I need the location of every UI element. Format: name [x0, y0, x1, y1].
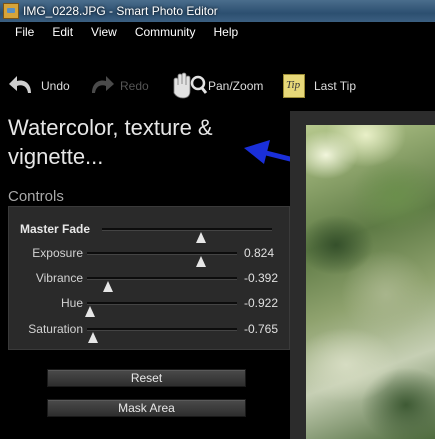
saturation-label: Saturation — [28, 322, 83, 336]
menu-community[interactable]: Community — [126, 25, 205, 39]
exposure-thumb[interactable] — [196, 256, 206, 267]
undo-button[interactable]: Undo — [7, 66, 70, 106]
menu-help[interactable]: Help — [205, 25, 248, 39]
redo-button[interactable]: Redo — [86, 66, 149, 106]
redo-icon — [92, 76, 114, 93]
last-tip-button[interactable]: Tip Last Tip — [283, 66, 356, 106]
hue-slider[interactable] — [85, 302, 237, 317]
exposure-row: Exposure 0.824 — [9, 243, 291, 267]
photo-preview[interactable] — [306, 125, 435, 439]
undo-icon — [9, 76, 31, 93]
redo-label: Redo — [120, 79, 149, 93]
master-fade-thumb[interactable] — [195, 232, 206, 243]
pan-zoom-label: Pan/Zoom — [208, 79, 264, 93]
master-fade-label: Master Fade — [20, 222, 91, 236]
master-fade-slider[interactable] — [102, 228, 272, 243]
saturation-value: -0.765 — [244, 322, 279, 336]
menu-file[interactable]: File — [0, 25, 43, 39]
exposure-slider[interactable] — [87, 252, 237, 267]
vibrance-row: Vibrance -0.392 — [9, 268, 291, 292]
hand-magnifier-icon — [173, 72, 208, 99]
effect-title: Watercolor, texture & vignette... — [8, 115, 213, 169]
menu-bar: File Edit View Community Help — [0, 22, 435, 42]
master-fade-row: Master Fade — [9, 219, 291, 243]
menu-view[interactable]: View — [82, 25, 126, 39]
undo-label: Undo — [41, 79, 70, 93]
pan-zoom-button[interactable]: Pan/Zoom — [170, 66, 263, 106]
vibrance-value: -0.392 — [244, 271, 279, 285]
controls-panel: Master Fade Exposure 0.824 Vibrance -0.3… — [8, 206, 290, 350]
controls-label: Controls — [8, 188, 64, 205]
hue-value: -0.922 — [244, 296, 279, 310]
menu-edit[interactable]: Edit — [43, 25, 82, 39]
tip-note-text: Tip — [286, 79, 301, 91]
saturation-thumb[interactable] — [88, 332, 98, 343]
saturation-slider[interactable] — [87, 328, 237, 343]
window-title: IMG_0228.JPG - Smart Photo Editor — [23, 4, 218, 18]
app-icon — [3, 3, 19, 19]
hue-row: Hue -0.922 — [9, 293, 291, 317]
reset-button[interactable]: Reset — [47, 369, 246, 387]
mask-area-button[interactable]: Mask Area — [47, 399, 246, 417]
exposure-label: Exposure — [32, 246, 83, 260]
vibrance-slider[interactable] — [87, 277, 237, 292]
saturation-row: Saturation -0.765 — [9, 319, 291, 343]
hue-thumb[interactable] — [85, 306, 95, 317]
window-title-bar[interactable]: IMG_0228.JPG - Smart Photo Editor — [0, 0, 435, 22]
exposure-value: 0.824 — [244, 246, 275, 260]
tip-note-icon: Tip — [283, 74, 305, 98]
toolbar: Undo Redo Pan/Zoom Tip Last Tip — [0, 66, 435, 106]
vibrance-label: Vibrance — [35, 271, 83, 285]
last-tip-label: Last Tip — [314, 79, 357, 93]
hue-label: Hue — [60, 296, 83, 310]
vibrance-thumb[interactable] — [103, 281, 113, 292]
